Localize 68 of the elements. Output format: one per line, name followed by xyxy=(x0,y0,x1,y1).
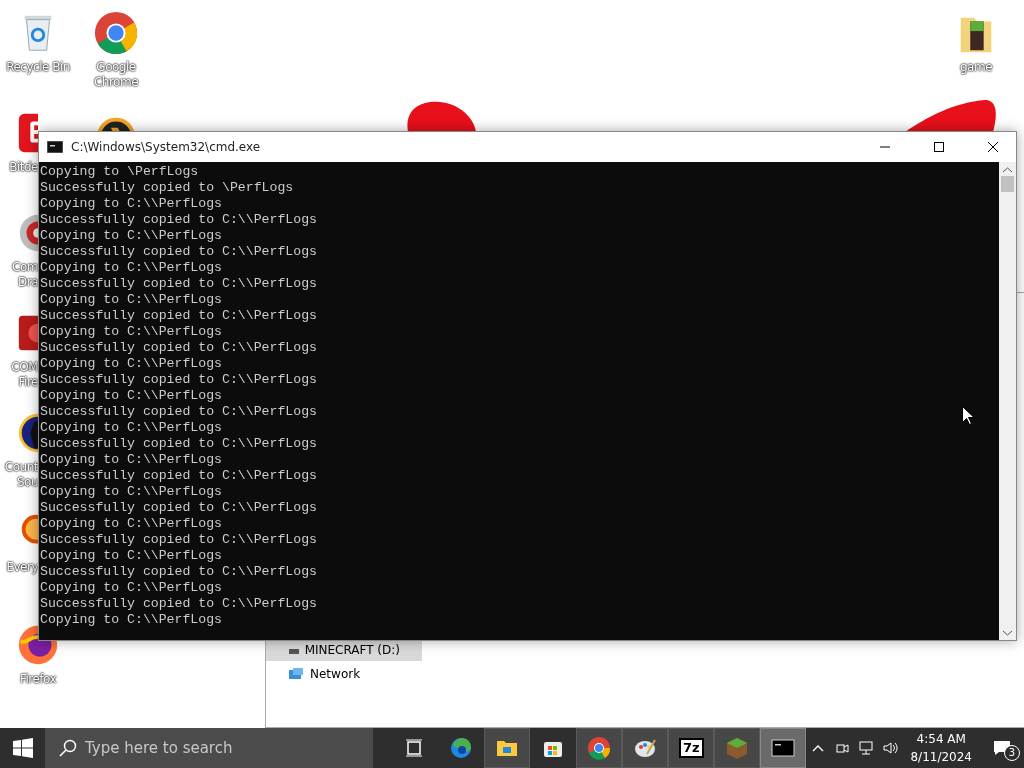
icon-label: Com Dra xyxy=(10,260,38,290)
console-line: Copying to C:\\PerfLogs xyxy=(40,228,223,244)
icon-label: Count Sou xyxy=(3,460,38,490)
notifications-button[interactable]: 3 xyxy=(980,728,1024,768)
console-line: Copying to C:\\PerfLogs xyxy=(40,484,223,500)
console-line: Copying to \PerfLogs xyxy=(40,164,199,180)
console-line: Successfully copied to C:\\PerfLogs xyxy=(40,468,317,484)
network-icon xyxy=(288,667,304,681)
console-line: Successfully copied to C:\\PerfLogs xyxy=(40,500,317,516)
app-logo-text: 7z xyxy=(679,738,704,758)
close-icon xyxy=(988,142,998,152)
icon-label: Recycle Bin xyxy=(6,60,70,75)
console-line: Copying to C:\\PerfLogs xyxy=(40,356,223,372)
console-line: Copying to C:\\PerfLogs xyxy=(40,324,223,340)
console-line: Successfully copied to \PerfLogs xyxy=(40,180,294,196)
console-line: Successfully copied to C:\\PerfLogs xyxy=(40,532,317,548)
taskbar-app-button[interactable] xyxy=(760,728,807,768)
grass-block-icon xyxy=(725,736,750,760)
scroll-thumb[interactable] xyxy=(1001,176,1014,192)
nav-item[interactable]: Network xyxy=(266,663,422,685)
console-line: Successfully copied to C:\\PerfLogs xyxy=(40,340,317,356)
console-line: Successfully copied to C:\\PerfLogs xyxy=(40,276,317,292)
console-line: Copying to C:\\PerfLogs xyxy=(40,452,223,468)
console-icon xyxy=(47,141,63,153)
search-field[interactable]: Type here to search xyxy=(45,728,373,768)
notification-count: 3 xyxy=(1004,745,1020,761)
console-line: Copying to C:\\PerfLogs xyxy=(40,580,223,596)
clock-button[interactable]: 4:54 AM 8/11/2024 xyxy=(902,730,980,766)
console-line: Copying to C:\\PerfLogs xyxy=(40,196,223,212)
chrome-icon xyxy=(587,736,612,760)
console-line: Copying to C:\\PerfLogs xyxy=(40,292,223,308)
mouse-cursor-icon xyxy=(962,406,974,425)
console-line: Successfully copied to C:\\PerfLogs xyxy=(40,596,317,612)
network-icon xyxy=(858,740,875,756)
console-line: Successfully copied to C:\\PerfLogs xyxy=(40,212,317,228)
scroll-down-icon[interactable] xyxy=(1003,630,1012,636)
console-line: Successfully copied to C:\\PerfLogs xyxy=(40,404,317,420)
chrome-icon[interactable] xyxy=(93,10,139,56)
windows-logo-icon xyxy=(12,738,33,758)
console-line: Successfully copied to C:\\PerfLogs xyxy=(40,244,317,260)
scroll-up-icon[interactable] xyxy=(1003,167,1012,173)
speaker-icon xyxy=(882,740,899,756)
scrollbar[interactable] xyxy=(999,162,1016,640)
console-line: Successfully copied to C:\\PerfLogs xyxy=(40,436,317,452)
window-title: C:\Windows\System32\cmd.exe xyxy=(71,139,262,156)
icon-label: COM Fire xyxy=(10,360,38,390)
icon-label: Firefox xyxy=(19,672,57,687)
icon-label: Google Chrome xyxy=(93,60,139,90)
console-line: Copying to C:\\PerfLogs xyxy=(40,420,223,436)
taskbar-app-button[interactable]: 7z xyxy=(668,728,715,768)
console-line: Successfully copied to C:\\PerfLogs xyxy=(40,564,317,580)
icon-label: Every xyxy=(5,560,38,575)
console-line: Copying to C:\\PerfLogs xyxy=(40,388,223,404)
maximize-icon xyxy=(934,142,944,152)
console-icon xyxy=(771,736,796,760)
icon-label: Bitde xyxy=(8,160,38,175)
edge-icon xyxy=(449,736,474,760)
console-line: Successfully copied to C:\\PerfLogs xyxy=(40,372,317,388)
console-line: Copying to C:\\PerfLogs xyxy=(40,548,223,564)
taskbar-app-button[interactable] xyxy=(484,728,531,768)
nav-item[interactable]: MINECRAFT (D:) xyxy=(266,639,422,661)
console-line: Copying to C:\\PerfLogs xyxy=(40,516,223,532)
taskbar-app-button[interactable] xyxy=(576,728,623,768)
icon-label: game xyxy=(959,60,992,75)
console-line: Successfully copied to C:\\PerfLogs xyxy=(40,308,317,324)
console-line: Copying to C:\\PerfLogs xyxy=(40,612,223,628)
taskbar-app-button[interactable] xyxy=(622,728,669,768)
console-line: Copying to C:\\PerfLogs xyxy=(40,260,223,276)
